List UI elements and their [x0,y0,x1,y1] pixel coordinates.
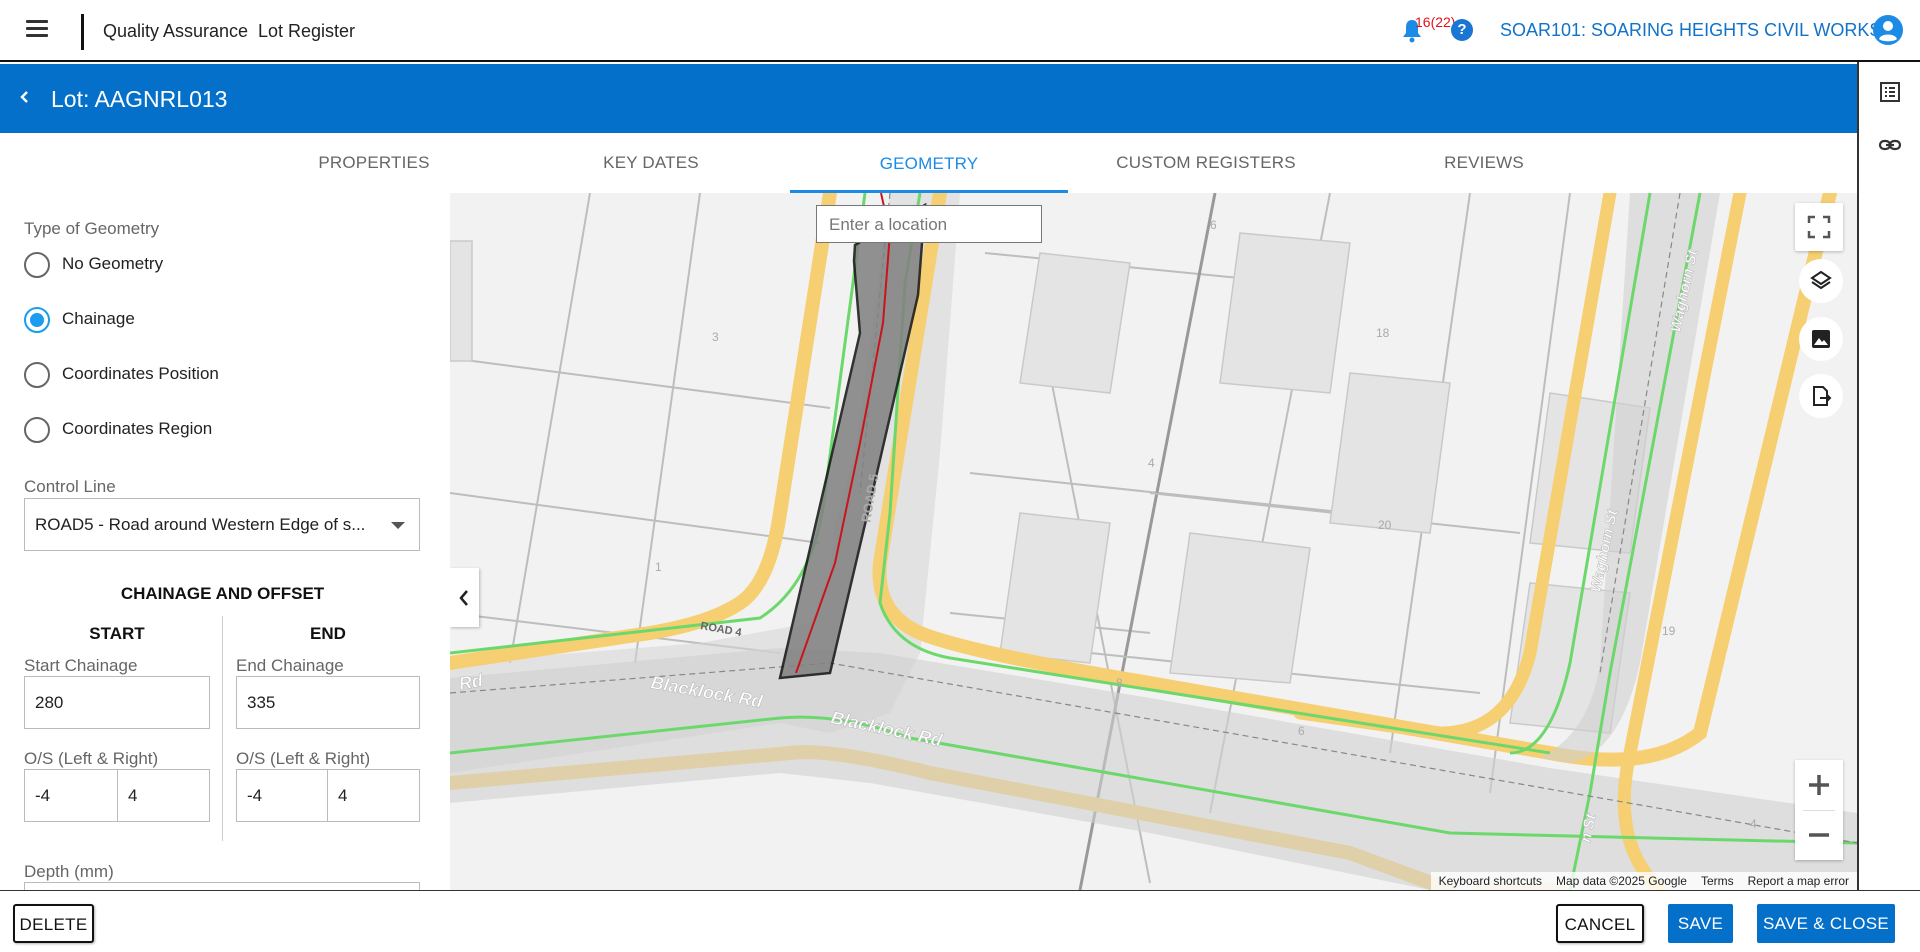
chevron-left-icon [459,590,468,606]
export-button[interactable] [1799,374,1843,418]
back-chevron-icon[interactable] [15,87,35,107]
zoom-in-button[interactable] [1795,760,1843,810]
link-icon[interactable] [1878,133,1902,157]
parcel-label: 19 [1662,624,1676,638]
keyboard-shortcuts-link[interactable]: Keyboard shortcuts [1439,874,1542,888]
end-offset-left-value: -4 [247,786,263,805]
breadcrumb-page[interactable]: Lot Register [258,21,355,42]
map-canvas[interactable]: Blacklock Rd Blacklock Rd Rd ROAD 4 Wagh… [450,193,1857,890]
street-label: Rd [457,670,485,694]
dropdown-arrow-icon [391,522,405,529]
radio-label: Coordinates Region [62,419,213,438]
end-offset-label: O/S (Left & Right) [236,749,371,768]
parcel-label: 18 [1376,326,1390,340]
tab-reviews[interactable]: REVIEWS [1345,133,1623,193]
start-chainage-label: Start Chainage [24,656,138,675]
start-offset-label: O/S (Left & Right) [24,749,159,768]
header-divider [81,14,84,50]
notification-count[interactable]: 16(22) [1415,14,1455,30]
end-offset-right-input[interactable]: 4 [327,769,420,822]
terms-link[interactable]: Terms [1701,874,1734,888]
fullscreen-icon [1807,215,1831,239]
zoom-out-button[interactable] [1795,810,1843,860]
lot-header: Lot: AAGNRL013 [0,64,1857,133]
footer-actions: DELETE CANCEL SAVE SAVE & CLOSE [0,890,1920,952]
start-offset-right-value: 4 [128,786,138,805]
radio-label: No Geometry [62,254,164,273]
right-tool-rail [1857,62,1920,890]
layers-button[interactable] [1799,259,1843,303]
map-data-credit: Map data ©2025 Google [1556,874,1687,888]
layers-icon [1810,270,1832,290]
parcel-label: 4 [1750,817,1757,831]
top-app-bar: Quality Assurance Lot Register 16(22) ? … [0,0,1920,62]
cancel-button[interactable]: CANCEL [1556,904,1644,943]
start-offset-left-input[interactable]: -4 [24,769,118,822]
parcel-label: 6 [1298,724,1305,738]
save-button[interactable]: SAVE [1668,904,1733,943]
radio-button[interactable] [24,252,50,278]
image-icon [1812,330,1830,348]
start-title: START [89,624,145,643]
map-view[interactable]: Blacklock Rd Blacklock Rd Rd ROAD 4 Wagh… [450,193,1857,890]
start-offset-right-input[interactable]: 4 [117,769,210,822]
parcel-label: 3 [712,330,719,344]
lot-title: Lot: AAGNRL013 [51,86,228,112]
tab-key-dates[interactable]: KEY DATES [512,133,790,193]
report-error-link[interactable]: Report a map error [1748,874,1849,888]
parcel-label: 20 [1378,518,1392,532]
chainage-offset-title: CHAINAGE AND OFFSET [120,584,325,603]
depth-input[interactable] [24,882,420,890]
control-line-value: ROAD5 - Road around Western Edge of s... [35,515,366,534]
geometry-form: Type of Geometry No Geometry Chainage Co… [0,193,445,890]
user-avatar-icon[interactable] [1873,15,1903,45]
project-selector[interactable]: SOAR101: SOARING HEIGHTS CIVIL WORKS [1500,20,1881,41]
end-offset-right-value: 4 [338,786,348,805]
breadcrumb-section[interactable]: Quality Assurance [103,21,248,42]
save-close-button[interactable]: SAVE & CLOSE [1757,904,1895,943]
geometry-type-label: Type of Geometry [24,219,160,238]
parcel-label: 8 [1116,676,1123,690]
radio-button-selected[interactable] [24,307,50,333]
zoom-control [1795,760,1843,860]
end-chainage-label: End Chainage [236,656,344,675]
tab-geometry[interactable]: GEOMETRY [790,133,1068,193]
minus-icon [1809,833,1829,837]
tab-properties[interactable]: PROPERTIES [235,133,513,193]
end-offset-left-input[interactable]: -4 [236,769,328,822]
map-attribution: Keyboard shortcuts Map data ©2025 Google… [1430,872,1857,890]
radio-label: Chainage [62,309,135,328]
control-line-label: Control Line [24,477,116,496]
end-title: END [310,624,346,643]
radio-button[interactable] [24,417,50,443]
end-chainage-input[interactable]: 335 [236,676,420,729]
map-location-search[interactable]: Enter a location [816,205,1042,243]
control-line-select[interactable]: ROAD5 - Road around Western Edge of s... [24,498,420,551]
radio-label: Coordinates Position [62,364,219,383]
start-chainage-value: 280 [35,693,64,712]
delete-button[interactable]: DELETE [13,904,94,943]
plus-icon [1809,775,1829,795]
start-chainage-input[interactable]: 280 [24,676,210,729]
list-icon[interactable] [1878,80,1902,104]
parcel-label: 4 [1148,456,1155,470]
fullscreen-button[interactable] [1795,203,1843,251]
parcel-label: 6 [1210,218,1217,232]
tab-custom-registers[interactable]: CUSTOM REGISTERS [1067,133,1345,193]
image-button[interactable] [1799,317,1843,361]
parcel-label: 1 [655,560,662,574]
export-file-icon [1813,386,1832,406]
depth-label: Depth (mm) [24,862,114,881]
help-icon[interactable]: ? [1451,19,1473,41]
column-divider [222,616,223,841]
tab-bar: PROPERTIES KEY DATES GEOMETRY CUSTOM REG… [0,133,1857,193]
radio-button[interactable] [24,362,50,388]
end-chainage-value: 335 [247,693,276,712]
menu-icon[interactable] [26,20,48,38]
collapse-panel-button[interactable] [450,568,479,627]
start-offset-left-value: -4 [35,786,51,805]
